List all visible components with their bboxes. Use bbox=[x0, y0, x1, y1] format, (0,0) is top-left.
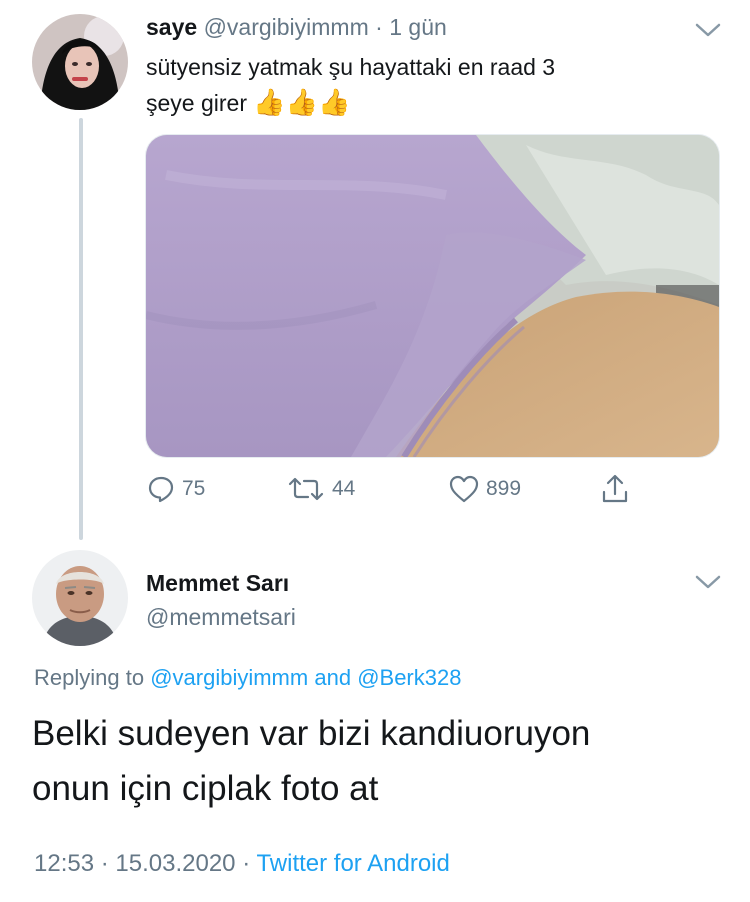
like-count: 899 bbox=[486, 477, 522, 500]
tweet-time[interactable]: 1 gün bbox=[389, 14, 447, 40]
tweet-media-image[interactable] bbox=[145, 134, 720, 458]
reply-count: 75 bbox=[182, 477, 206, 500]
thread-connector-line bbox=[79, 118, 83, 540]
reply-icon bbox=[148, 476, 174, 503]
tweet-text-line-1: sütyensiz yatmak şu hayattaki en raad 3 bbox=[146, 54, 556, 80]
tweet-handle[interactable]: @vargibiyimmm bbox=[204, 14, 369, 40]
tweet-text-line-2-wrap: şeye girer 👍👍👍 bbox=[146, 85, 555, 121]
avatar-image bbox=[32, 550, 128, 646]
retweet-count: 44 bbox=[332, 477, 356, 500]
replying-to-and: and bbox=[314, 665, 352, 690]
replying-to-line: Replying to @vargibiyimmm and @Berk328 bbox=[34, 665, 461, 691]
avatar-image bbox=[32, 14, 128, 110]
reply-display-name[interactable]: Memmet Sarı bbox=[146, 570, 289, 597]
share-icon bbox=[602, 474, 628, 503]
photo-illustration bbox=[146, 135, 719, 457]
share-action[interactable] bbox=[600, 472, 630, 506]
tweet-header-dot: · bbox=[375, 14, 383, 40]
reply-action[interactable]: 75 bbox=[146, 472, 205, 506]
tweet-text-line-2: şeye girer bbox=[146, 90, 247, 116]
reply-text-line-2: onun için ciplak foto at bbox=[32, 769, 379, 808]
retweet-action[interactable]: 44 bbox=[286, 472, 355, 506]
heart-icon bbox=[449, 475, 479, 503]
meta-dot-1: · bbox=[100, 850, 109, 877]
reply-meta: 12:53 · 15.03.2020 · Twitter for Android bbox=[34, 850, 450, 878]
tweet-more-chevron-icon[interactable] bbox=[694, 20, 722, 40]
replying-to-label: Replying to bbox=[34, 665, 145, 690]
meta-dot-2: · bbox=[242, 850, 251, 877]
replying-to-user-2[interactable]: @Berk328 bbox=[357, 665, 461, 690]
thumbs-up-emoji: 👍👍👍 bbox=[253, 87, 351, 117]
reply-more-chevron-icon[interactable] bbox=[694, 572, 722, 592]
tweet-display-name[interactable]: saye bbox=[146, 14, 197, 40]
reply-text-line-1: Belki sudeyen var bizi kandiuoruyon bbox=[32, 714, 591, 753]
tweet-header: saye @vargibiyimmm · 1 gün bbox=[146, 14, 447, 41]
reply-handle[interactable]: @memmetsari bbox=[146, 604, 296, 631]
reply-author-avatar[interactable] bbox=[32, 550, 128, 646]
tweet-author-avatar[interactable] bbox=[32, 14, 128, 110]
tweet-text: sütyensiz yatmak şu hayattaki en raad 3 … bbox=[146, 50, 555, 121]
reply-time: 12:53 bbox=[34, 850, 95, 877]
like-action[interactable]: 899 bbox=[448, 472, 521, 506]
reply-date: 15.03.2020 bbox=[115, 850, 236, 877]
retweet-icon bbox=[288, 477, 324, 501]
reply-source-link[interactable]: Twitter for Android bbox=[256, 850, 449, 877]
reply-text: Belki sudeyen var bizi kandiuoruyon onun… bbox=[32, 706, 590, 816]
replying-to-user-1[interactable]: @vargibiyimmm bbox=[150, 665, 308, 690]
